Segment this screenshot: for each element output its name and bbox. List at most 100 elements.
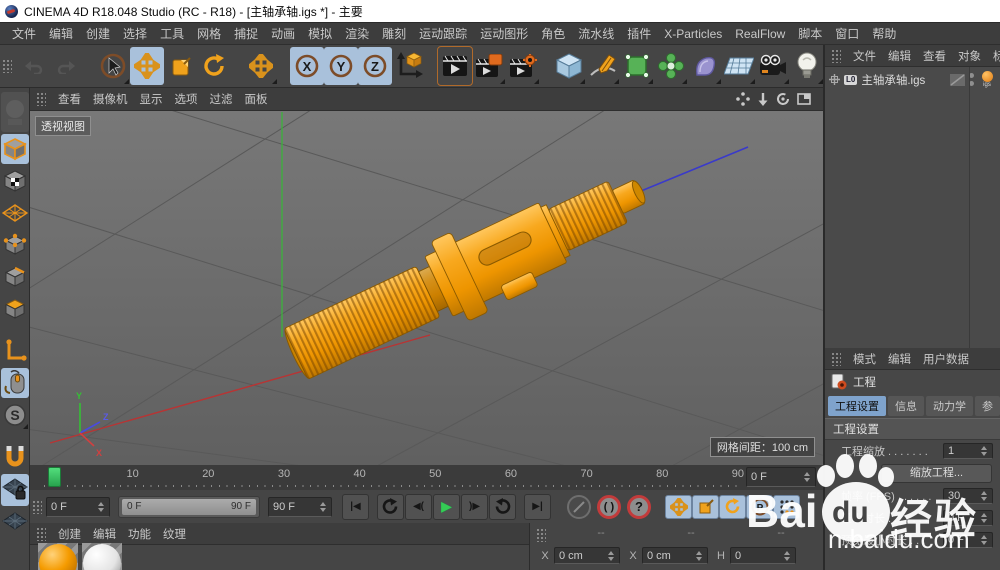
am-menu-item[interactable]: 编辑 [888,351,911,367]
generators-button[interactable] [620,47,654,85]
spinner-icon[interactable] [980,532,988,548]
object-manager-drag-handle[interactable] [831,49,841,63]
key-position-button[interactable] [665,495,692,519]
loop-button[interactable] [489,494,516,520]
menu-item[interactable]: 运动图形 [480,25,528,42]
viewport-menu-item[interactable]: 显示 [140,91,163,107]
key-selection-button[interactable] [773,495,800,519]
spinner-icon[interactable] [980,443,988,459]
field-value[interactable]: 0 F [943,532,993,548]
spinner-icon[interactable] [980,488,988,504]
pan-view-icon[interactable] [736,92,750,106]
record-help-button[interactable]: ? [627,495,651,519]
goto-end-button[interactable]: ▶| [524,494,551,520]
deformers-button[interactable] [688,47,722,85]
polygons-mode-button[interactable] [1,294,29,324]
menu-item[interactable]: 流水线 [578,25,614,42]
key-scale-button[interactable] [692,495,719,519]
menu-item[interactable]: 文件 [12,25,36,42]
points-mode-button[interactable] [1,230,29,260]
om-menu-item[interactable]: 编辑 [888,48,911,64]
scale-tool-button[interactable] [164,47,198,85]
spinner-icon[interactable] [783,548,791,564]
menu-item[interactable]: RealFlow [735,27,785,41]
menu-item[interactable]: X-Particles [664,27,722,41]
spinner-icon[interactable] [607,548,615,564]
object-row[interactable]: L0 主轴承轴.igs igs [825,67,1000,88]
menu-item[interactable]: 帮助 [872,25,896,42]
tab-dynamics[interactable]: 动力学 [926,396,973,416]
igs-tag-icon[interactable]: igs [978,71,996,88]
environment-objects-button[interactable] [722,47,756,85]
viewport-menu-item[interactable]: 选项 [175,91,198,107]
toggle-view-icon[interactable] [797,93,811,105]
edges-mode-button[interactable] [1,262,29,292]
menu-item[interactable]: 角色 [541,25,565,42]
layer-toggle-icon[interactable] [950,74,965,86]
field-value[interactable]: 0 F [943,510,993,526]
coordinate-value-field[interactable]: 0 cm [642,547,708,564]
viewport-menu-item[interactable]: 过滤 [210,91,233,107]
material-menu-item[interactable]: 创建 [58,526,81,542]
spinner-icon[interactable] [695,548,703,564]
viewport-menu-item[interactable]: 查看 [58,91,81,107]
play-button[interactable]: ▶ [433,494,460,520]
play-reverse-button[interactable] [377,494,404,520]
am-menu-item[interactable]: 用户数据 [923,351,969,367]
coordinates-drag-handle[interactable] [536,528,546,542]
record-disabled-button[interactable] [567,495,591,519]
snap-magnet-button[interactable] [1,442,29,472]
camera-button[interactable] [756,47,790,85]
enable-axis-button[interactable] [1,336,29,366]
spline-pen-button[interactable] [586,47,620,85]
last-used-tool-button[interactable] [244,47,278,85]
menu-item[interactable]: 捕捉 [234,25,258,42]
timeline-playhead[interactable] [48,467,61,487]
material-menu-item[interactable]: 编辑 [93,526,116,542]
spinner-icon[interactable] [319,499,327,515]
next-frame-button[interactable]: )▶ [461,494,488,520]
workplane-lock-button[interactable] [1,474,29,506]
range-start-field[interactable]: 0 F [46,497,110,517]
prev-frame-button[interactable]: ◀( [405,494,432,520]
viewport-solo-button[interactable] [1,368,29,398]
menu-item[interactable]: 网格 [197,25,221,42]
y-axis-lock-button[interactable]: Y [324,47,358,85]
menu-item[interactable]: 动画 [271,25,295,42]
timeline-ruler[interactable]: 0102030405060708090 0 F [30,465,823,491]
tab-more[interactable]: 参 [975,396,1000,416]
menu-item[interactable]: 工具 [160,25,184,42]
rotate-view-icon[interactable] [776,92,790,106]
menu-item[interactable]: 编辑 [49,25,73,42]
view-label[interactable]: 透视视图 [35,116,91,136]
light-button[interactable] [790,47,824,85]
goto-start-button[interactable]: |◀ [342,494,369,520]
modeling-objects-button[interactable] [654,47,688,85]
primitive-cube-button[interactable] [552,47,586,85]
om-menu-item[interactable]: 对象 [958,48,981,64]
scale-project-button[interactable]: 缩放工程... [881,464,992,483]
menu-item[interactable]: 插件 [627,25,651,42]
am-menu-item[interactable]: 模式 [853,351,876,367]
menu-item[interactable]: 渲染 [345,25,369,42]
tab-info[interactable]: 信息 [888,396,924,416]
menu-item[interactable]: 脚本 [798,25,822,42]
viewport-menu-item[interactable]: 摄像机 [93,91,128,107]
rotate-tool-button[interactable] [198,47,232,85]
z-axis-lock-button[interactable]: Z [358,47,392,85]
om-menu-item[interactable]: 文件 [853,48,876,64]
render-view-button[interactable] [438,47,472,85]
menu-item[interactable]: 模拟 [308,25,332,42]
om-menu-item[interactable]: 查看 [923,48,946,64]
render-settings-button[interactable] [506,47,540,85]
perspective-viewport[interactable]: Y Z X 透视视图 网格间距：100 cm [30,111,823,465]
material-thumbnail-orange[interactable] [38,543,78,570]
snap-settings-button[interactable]: S [1,400,29,430]
material-thumbnail-white[interactable] [82,543,122,570]
spinner-icon[interactable] [803,469,811,485]
attribute-drag-handle[interactable] [831,352,841,366]
menu-item[interactable]: 雕刻 [382,25,406,42]
om-menu-item[interactable]: 标签 [993,48,1000,64]
live-selection-button[interactable] [96,47,130,85]
field-value[interactable]: 30 [943,488,993,504]
